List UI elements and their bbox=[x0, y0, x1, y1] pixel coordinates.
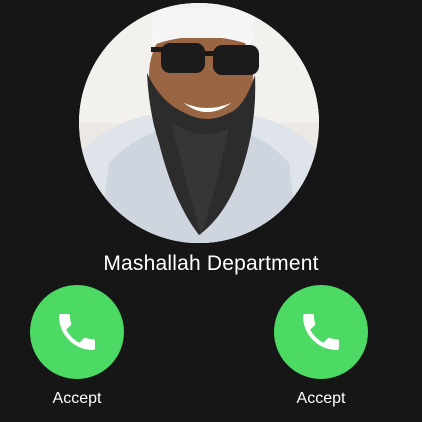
caller-photo bbox=[79, 3, 319, 243]
accept-label-right: Accept bbox=[296, 390, 346, 407]
phone-icon bbox=[303, 314, 339, 350]
accept-call-button-right[interactable] bbox=[274, 285, 368, 379]
incoming-call-screen: Mashallah Department Accept Accept bbox=[0, 0, 422, 422]
phone-icon bbox=[59, 314, 95, 350]
accept-call-button-left[interactable] bbox=[30, 285, 124, 379]
caller-avatar bbox=[79, 3, 319, 243]
caller-name: Mashallah Department bbox=[103, 252, 319, 275]
accept-label-left: Accept bbox=[52, 390, 102, 407]
